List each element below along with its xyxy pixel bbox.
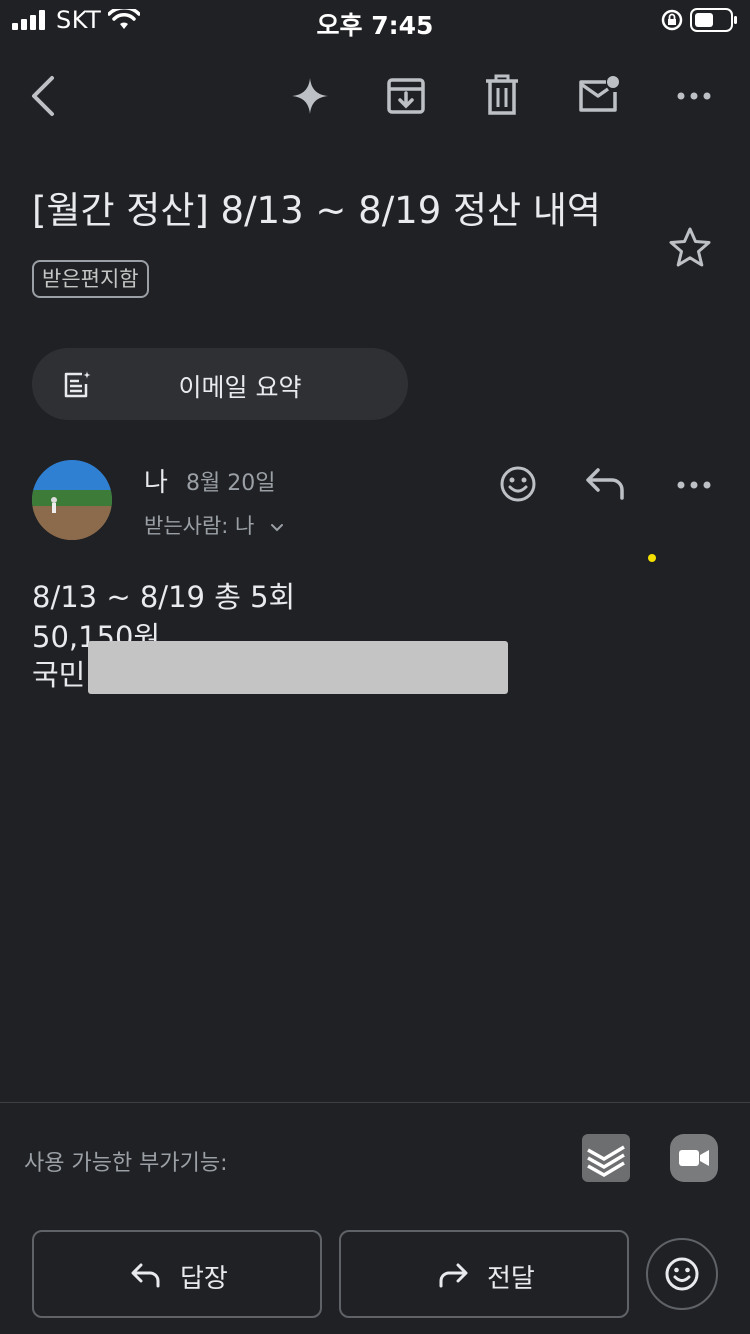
recipients-row[interactable]: 받는사람: 나	[144, 510, 304, 540]
reply-icon[interactable]	[584, 466, 628, 506]
star-icon[interactable]	[668, 226, 712, 272]
email-subject: [월간 정산] 8/13 ~ 8/19 정산 내역	[32, 189, 601, 232]
chevron-down-icon	[270, 518, 284, 537]
email-date: 8월 20일	[186, 471, 276, 496]
divider	[0, 1102, 750, 1103]
body-line-1: 8/13 ~ 8/19 총 5회	[32, 580, 296, 614]
forward-button-icon	[437, 1262, 469, 1292]
recipients-label: 받는사람: 나	[144, 514, 255, 538]
inbox-label-chip[interactable]: 받은편지함	[32, 260, 149, 298]
addons-label: 사용 가능한 부가기능:	[24, 1151, 228, 1176]
status-time: 오후 7:45	[316, 11, 434, 40]
reply-button-icon	[130, 1262, 162, 1292]
email-summary-button[interactable]: 이메일 요약	[32, 348, 408, 420]
redacted-block	[88, 641, 508, 694]
emoji-reply-button[interactable]	[646, 1238, 718, 1310]
body-line-3: 국민	[32, 658, 86, 692]
forward-button[interactable]: 전달	[339, 1230, 629, 1318]
avatar[interactable]	[32, 460, 112, 540]
todoist-addon-icon[interactable]	[582, 1134, 630, 1182]
message-more-icon[interactable]	[676, 477, 712, 496]
more-icon[interactable]	[676, 88, 712, 107]
video-call-addon-icon[interactable]	[670, 1134, 718, 1182]
mark-unread-icon[interactable]	[576, 74, 622, 118]
reply-button[interactable]: 답장	[32, 1230, 322, 1318]
yellow-dot	[648, 554, 656, 562]
emoji-icon	[664, 1256, 700, 1296]
reply-button-label: 답장	[180, 1264, 228, 1294]
forward-button-label: 전달	[487, 1264, 535, 1294]
sender-name: 나	[144, 468, 168, 498]
sparkle-icon[interactable]	[290, 76, 330, 120]
emoji-reaction-icon[interactable]	[498, 464, 538, 508]
battery-icon	[690, 8, 738, 32]
archive-icon[interactable]	[386, 76, 426, 120]
summary-label: 이메일 요약	[178, 373, 302, 402]
trash-icon[interactable]	[484, 74, 520, 120]
back-icon[interactable]	[24, 72, 64, 124]
status-bar: SKT 오후 7:45	[0, 0, 750, 40]
rotation-lock-icon	[661, 9, 683, 31]
